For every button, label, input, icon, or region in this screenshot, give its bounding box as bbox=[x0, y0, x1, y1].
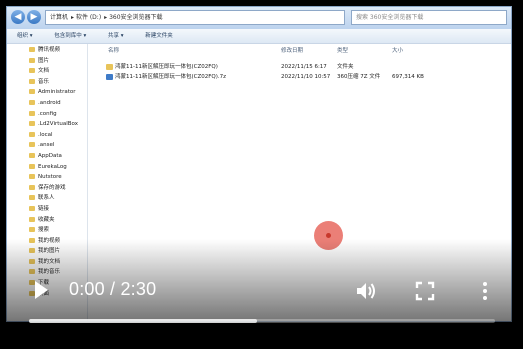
folder-icon bbox=[29, 99, 35, 105]
tree-item: 图片 bbox=[29, 56, 87, 67]
folder-icon bbox=[29, 68, 35, 74]
time-separator: / bbox=[110, 279, 116, 299]
tree-item: 收藏夹 bbox=[29, 215, 87, 226]
tree-item-label: 收藏夹 bbox=[38, 216, 55, 223]
folder-icon bbox=[29, 227, 35, 233]
folder-icon bbox=[29, 205, 35, 211]
tree-item-label: .android bbox=[38, 99, 61, 106]
tree-item-label: 腾讯视频 bbox=[38, 47, 61, 53]
file-name: 鸿蒙11-11新区解压即玩一体包(CZ02FQ) bbox=[115, 64, 218, 70]
tree-item-label: 保存的游戏 bbox=[38, 184, 66, 191]
tree-item: .config bbox=[29, 109, 87, 120]
tree-item-label: .Ld2VirtualBox bbox=[38, 121, 78, 128]
tree-item: 保存的游戏 bbox=[29, 183, 87, 194]
forward-icon: ▶ bbox=[27, 10, 41, 24]
column-type: 类型 bbox=[337, 48, 349, 54]
file-date: 2022/11/15 6:17 bbox=[281, 64, 327, 70]
toolbar-share: 共享 ▾ bbox=[108, 33, 124, 39]
tree-item: Administrator bbox=[29, 87, 87, 98]
folder-icon bbox=[106, 63, 113, 70]
tree-item-label: 搜索 bbox=[38, 227, 50, 234]
folder-icon bbox=[29, 174, 35, 180]
tree-item: .local bbox=[29, 130, 87, 141]
tree-item-label: 联系人 bbox=[38, 195, 55, 202]
file-row: 鸿蒙11-11新区解压即玩一体包(CZ02FQ).7z 2022/11/10 1… bbox=[88, 72, 511, 82]
tree-item-label: AppData bbox=[38, 152, 62, 159]
tree-item-label: EurekaLog bbox=[38, 163, 67, 170]
progress-bar[interactable] bbox=[29, 319, 495, 323]
tree-item-label: .config bbox=[38, 110, 57, 117]
folder-icon bbox=[29, 163, 35, 169]
more-options-icon[interactable] bbox=[473, 279, 497, 303]
column-name: 名称 bbox=[108, 48, 120, 54]
folder-icon bbox=[29, 47, 35, 52]
folder-icon bbox=[29, 89, 35, 95]
file-type: 文件夹 bbox=[337, 64, 354, 70]
folder-icon bbox=[29, 78, 35, 84]
explorer-titlebar: ◀ ▶ 计算机 ▸ 软件 (D:) ▸ 360安全浏览器下载 搜索 360安全浏览器… bbox=[7, 7, 511, 29]
toolbar-include: 包含到库中 ▾ bbox=[54, 33, 87, 39]
folder-icon bbox=[29, 142, 35, 148]
tree-item: 腾讯视频 bbox=[29, 45, 87, 56]
address-bar: 计算机 ▸ 软件 (D:) ▸ 360安全浏览器下载 bbox=[45, 10, 345, 25]
explorer-search: 搜索 360安全浏览器下载 bbox=[351, 10, 507, 25]
fullscreen-icon[interactable] bbox=[413, 279, 437, 303]
toolbar-new-folder: 新建文件夹 bbox=[145, 33, 173, 39]
folder-icon bbox=[29, 121, 35, 127]
tree-item-label: Administrator bbox=[38, 89, 76, 96]
folder-icon bbox=[29, 216, 35, 222]
tree-item: 链接 bbox=[29, 204, 87, 215]
video-player[interactable]: ◀ ▶ 计算机 ▸ 软件 (D:) ▸ 360安全浏览器下载 搜索 360安全浏览器… bbox=[0, 0, 523, 349]
file-date: 2022/11/10 10:57 bbox=[281, 74, 331, 80]
file-size: 697,314 KB bbox=[392, 74, 424, 80]
volume-icon[interactable] bbox=[354, 279, 378, 303]
tree-item-label: 链接 bbox=[38, 205, 50, 212]
folder-icon bbox=[29, 195, 35, 201]
tree-item: EurekaLog bbox=[29, 162, 87, 173]
player-controls: 0:00 / 2:30 bbox=[0, 272, 523, 312]
tree-item: .Ld2VirtualBox bbox=[29, 119, 87, 130]
tree-item: .ansel bbox=[29, 140, 87, 151]
folder-icon bbox=[29, 110, 35, 116]
tree-item: 搜索 bbox=[29, 225, 87, 236]
address-part: 计算机 bbox=[50, 14, 69, 21]
tree-item-label: .local bbox=[38, 131, 53, 138]
tree-item: 音乐 bbox=[29, 77, 87, 88]
tree-item: 文档 bbox=[29, 66, 87, 77]
file-name: 鸿蒙11-11新区解压即玩一体包(CZ02FQ).7z bbox=[115, 74, 227, 80]
progress-fill bbox=[29, 319, 258, 323]
time-display: 0:00 / 2:30 bbox=[69, 279, 156, 300]
tree-item: .android bbox=[29, 98, 87, 109]
toolbar-organize: 组织 ▾ bbox=[17, 33, 33, 39]
explorer-toolbar: 组织 ▾ 包含到库中 ▾ 共享 ▾ 新建文件夹 bbox=[7, 29, 511, 44]
play-icon[interactable] bbox=[33, 280, 49, 300]
tree-item-label: .ansel bbox=[38, 142, 55, 149]
duration: 2:30 bbox=[120, 279, 157, 299]
tree-item-label: 文档 bbox=[38, 68, 50, 75]
tree-item-label: Nutstore bbox=[38, 174, 62, 181]
file-row: 鸿蒙11-11新区解压即玩一体包(CZ02FQ) 2022/11/15 6:17… bbox=[88, 62, 511, 72]
file-type: 360压缩 7Z 文件 bbox=[337, 74, 381, 80]
column-size: 大小 bbox=[392, 48, 404, 54]
folder-icon bbox=[29, 57, 35, 63]
tree-item: AppData bbox=[29, 151, 87, 162]
column-date: 修改日期 bbox=[281, 48, 304, 54]
folder-icon bbox=[29, 184, 35, 190]
current-time: 0:00 bbox=[69, 279, 105, 299]
back-icon: ◀ bbox=[11, 10, 25, 24]
folder-icon bbox=[29, 152, 35, 158]
tree-item: Nutstore bbox=[29, 172, 87, 183]
address-part: 360安全浏览器下载 bbox=[109, 14, 163, 21]
tree-item-label: 图片 bbox=[38, 57, 50, 64]
address-part: 软件 (D:) bbox=[75, 14, 102, 21]
archive-icon bbox=[106, 73, 113, 80]
tree-item-label: 音乐 bbox=[38, 78, 50, 85]
folder-icon bbox=[29, 131, 35, 137]
tree-item: 联系人 bbox=[29, 193, 87, 204]
